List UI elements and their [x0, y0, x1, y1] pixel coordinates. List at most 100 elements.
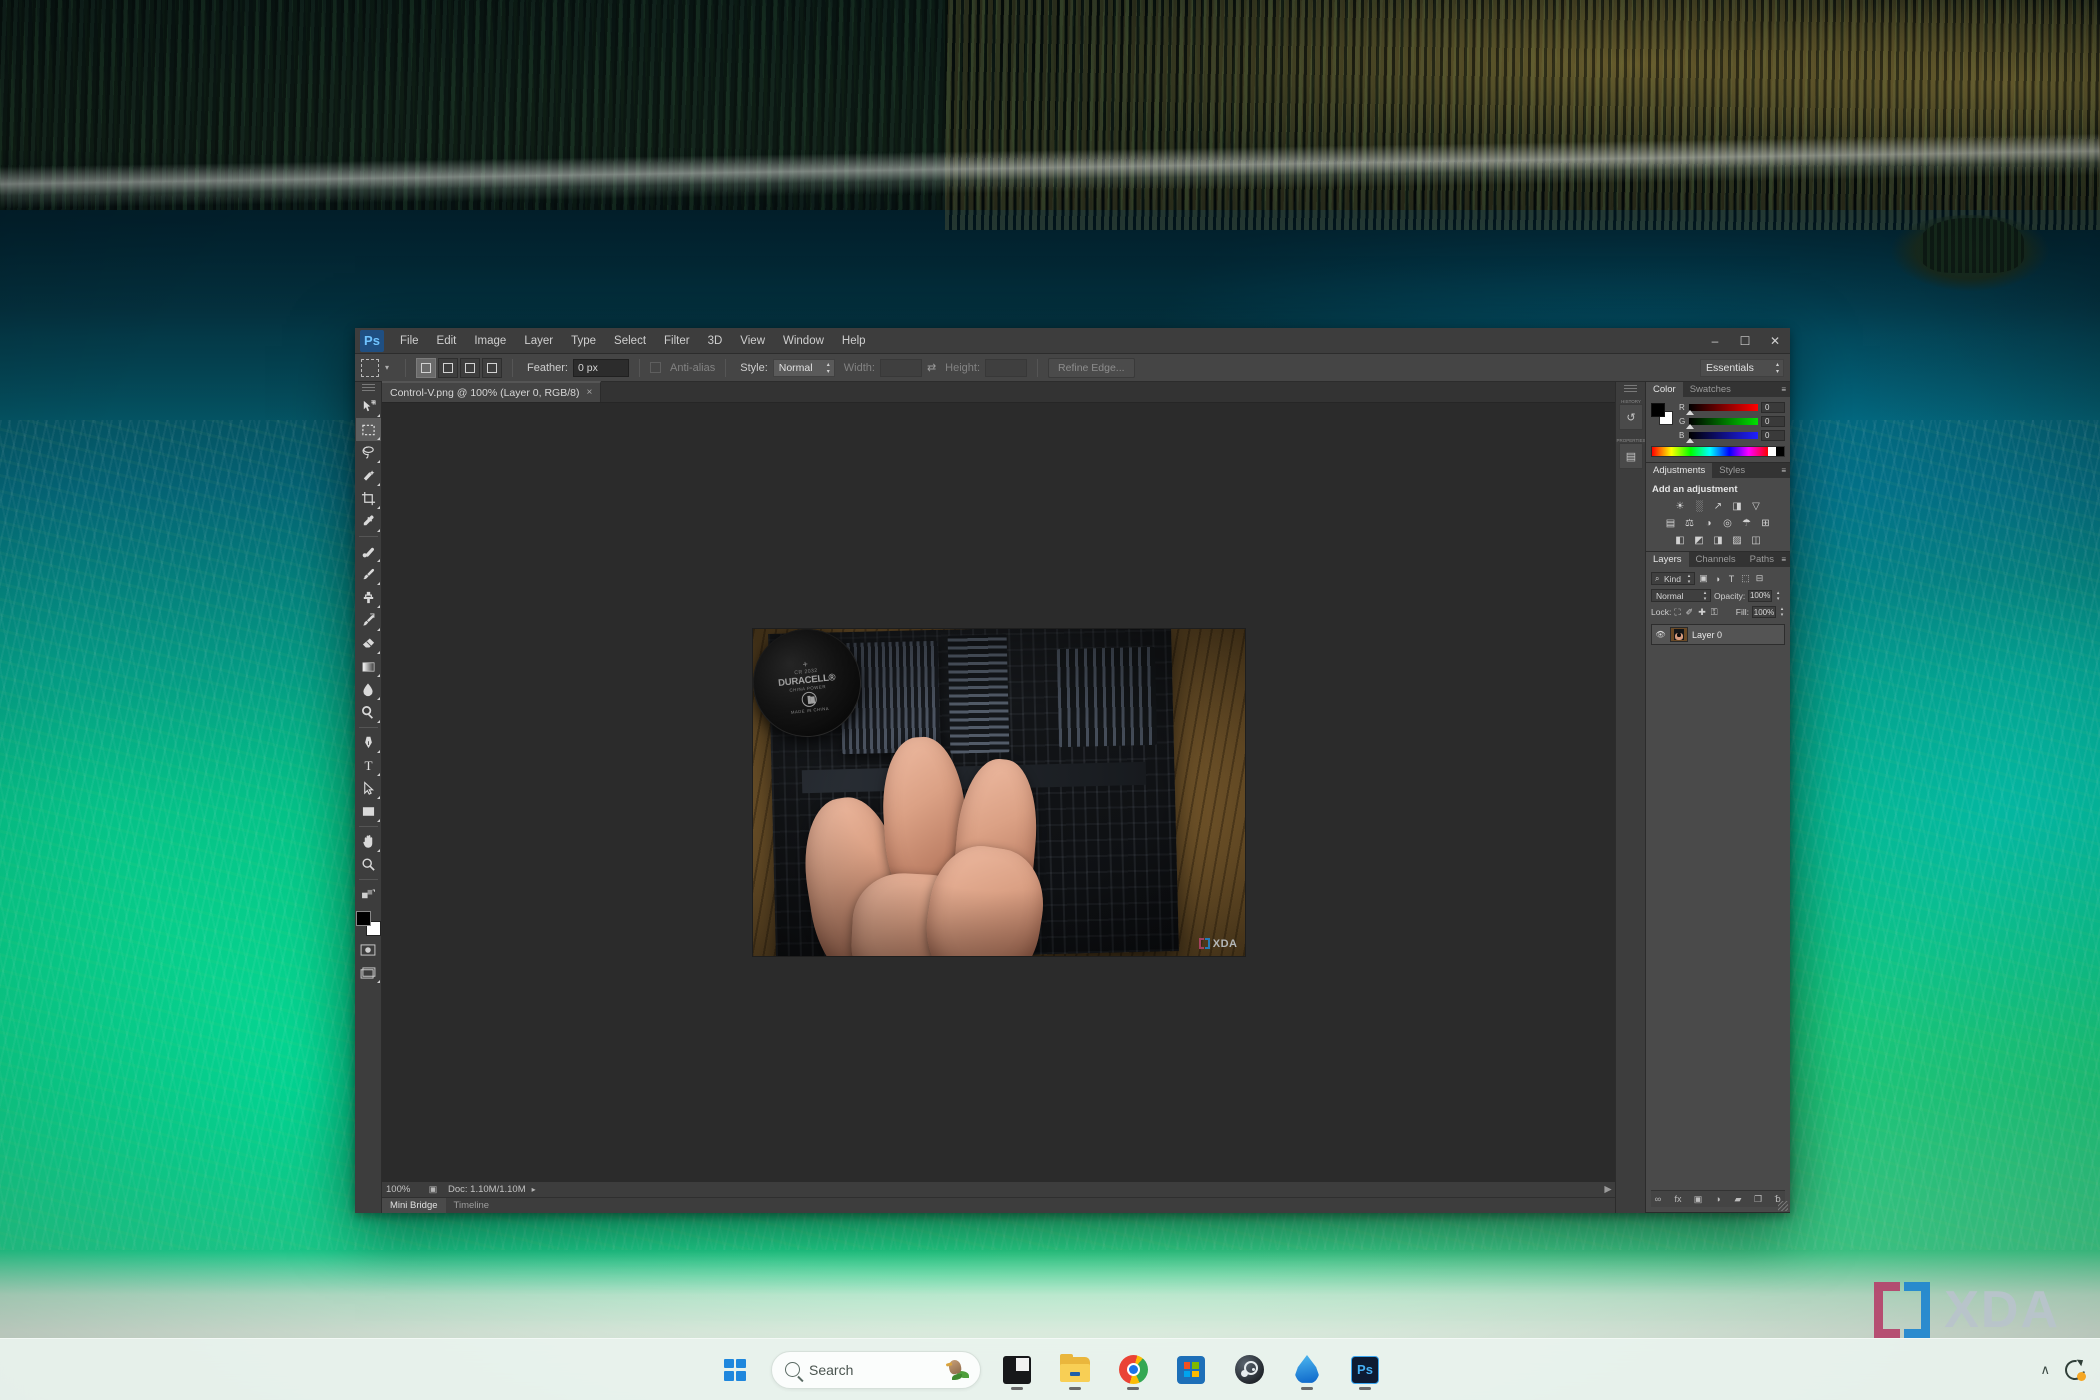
anti-alias-checkbox[interactable] — [650, 362, 661, 373]
blend-mode-select[interactable]: Normal — [1651, 589, 1711, 602]
layers-list[interactable]: 👁 Layer 0 — [1651, 624, 1785, 645]
photoshop-canvas[interactable]: + CR 2032 DURACELL® CHINA POWER MADE IN … — [382, 403, 1615, 1181]
style-select[interactable]: Normal — [773, 359, 835, 377]
tool-preset-chevron-down-icon[interactable]: ▾ — [385, 363, 389, 372]
rectangular-marquee-icon[interactable] — [361, 359, 379, 377]
color-lookup-icon[interactable]: ⊞ — [1760, 517, 1772, 529]
lock-transparent-pixels-icon[interactable]: ⛶ — [1674, 607, 1680, 618]
search-input[interactable]: Search — [771, 1351, 981, 1389]
color-channel-b[interactable]: B 0 — [1679, 430, 1785, 441]
move-tool[interactable] — [356, 395, 381, 418]
default-colors-icon[interactable] — [356, 883, 381, 906]
minimize-button[interactable]: – — [1700, 328, 1730, 353]
channel-mixer-icon[interactable]: ☂ — [1741, 517, 1753, 529]
blur-tool[interactable] — [356, 678, 381, 701]
tab-layers[interactable]: Layers — [1646, 552, 1689, 567]
exposure-icon[interactable]: ◨ — [1731, 500, 1743, 512]
height-input[interactable] — [985, 359, 1027, 377]
document-tab-close-icon[interactable]: × — [586, 387, 592, 398]
new-adjustment-layer-icon[interactable]: ◑ — [1713, 1194, 1724, 1204]
tab-timeline[interactable]: Timeline — [446, 1198, 498, 1213]
taskbar-app-chrome[interactable] — [1111, 1348, 1155, 1392]
type-tool[interactable]: T — [356, 754, 381, 777]
lasso-tool[interactable] — [356, 441, 381, 464]
crop-tool[interactable] — [356, 487, 381, 510]
gradient-map-icon[interactable]: ▨ — [1731, 534, 1743, 546]
add-to-selection-button[interactable] — [438, 358, 458, 378]
layers-panel-menu-icon[interactable]: ≡ — [1781, 552, 1790, 567]
menu-image[interactable]: Image — [465, 331, 515, 351]
new-layer-icon[interactable]: ❐ — [1753, 1194, 1764, 1205]
vibrance-icon[interactable]: ▽ — [1750, 500, 1762, 512]
filter-type-layers-icon[interactable]: T — [1726, 574, 1737, 584]
quick-mask-mode-icon[interactable] — [356, 938, 381, 961]
photo-filter-icon[interactable]: ◎ — [1722, 517, 1734, 529]
filter-smart-objects-icon[interactable]: ⊟ — [1754, 573, 1765, 584]
refine-edge-button[interactable]: Refine Edge... — [1048, 358, 1135, 378]
feather-input[interactable]: 0 px — [573, 359, 629, 377]
layer-filter-kind-select[interactable]: ⌕ Kind — [1651, 572, 1695, 585]
levels-icon[interactable]: ░ — [1693, 500, 1705, 512]
filter-pixel-layers-icon[interactable]: ▣ — [1698, 573, 1709, 584]
invert-icon[interactable]: ◧ — [1674, 534, 1686, 546]
lock-position-icon[interactable]: ✚ — [1698, 607, 1706, 618]
intersect-selection-button[interactable] — [482, 358, 502, 378]
menu-type[interactable]: Type — [562, 331, 605, 351]
horizontal-scrollbar[interactable]: ▶ — [1601, 1184, 1615, 1195]
menu-window[interactable]: Window — [774, 331, 833, 351]
adjustments-panel-menu-icon[interactable]: ≡ — [1781, 463, 1790, 478]
opacity-stepper[interactable]: ▴▾ — [1775, 590, 1781, 602]
tab-channels[interactable]: Channels — [1689, 552, 1743, 567]
hand-tool[interactable] — [356, 830, 381, 853]
status-menu-arrow-icon[interactable]: ▸ — [532, 1185, 536, 1194]
channel-b-slider[interactable] — [1689, 432, 1758, 439]
channel-r-slider[interactable] — [1689, 404, 1758, 411]
path-selection-tool[interactable] — [356, 777, 381, 800]
screen-mode-icon[interactable] — [356, 961, 381, 984]
history-brush-tool[interactable] — [356, 609, 381, 632]
taskbar-app-microsoft-store[interactable] — [1169, 1348, 1213, 1392]
tab-styles[interactable]: Styles — [1712, 463, 1752, 478]
show-hidden-icons-chevron[interactable]: ∧ — [2040, 1362, 2050, 1378]
channel-g-value[interactable]: 0 — [1761, 416, 1785, 427]
layer-row-layer-0[interactable]: 👁 Layer 0 — [1652, 625, 1784, 644]
start-button[interactable] — [713, 1348, 757, 1392]
quick-selection-tool[interactable] — [356, 464, 381, 487]
window-resize-grip[interactable] — [1778, 1201, 1788, 1211]
color-channel-g[interactable]: G 0 — [1679, 416, 1785, 427]
color-balance-icon[interactable]: ⚖ — [1684, 517, 1696, 529]
rectangle-tool[interactable] — [356, 800, 381, 823]
add-layer-mask-icon[interactable]: ▣ — [1693, 1194, 1704, 1205]
curves-icon[interactable]: ↗ — [1712, 500, 1724, 512]
taskbar-app-photoshop[interactable]: Ps — [1343, 1348, 1387, 1392]
status-preview-icon[interactable]: ▣ — [424, 1184, 442, 1195]
menu-filter[interactable]: Filter — [655, 331, 699, 351]
width-input[interactable] — [880, 359, 922, 377]
taskbar-app-dark[interactable] — [995, 1348, 1039, 1392]
fill-stepper[interactable]: ▴▾ — [1779, 606, 1785, 618]
lock-image-pixels-icon[interactable]: ✐ — [1686, 607, 1694, 618]
color-spectrum-ramp[interactable] — [1651, 446, 1785, 457]
channel-b-value[interactable]: 0 — [1761, 430, 1785, 441]
tab-mini-bridge[interactable]: Mini Bridge — [382, 1198, 446, 1213]
photoshop-window[interactable]: Ps File Edit Image Layer Type Select Fil… — [355, 328, 1790, 1213]
color-channel-r[interactable]: R 0 — [1679, 402, 1785, 413]
gradient-tool[interactable] — [356, 655, 381, 678]
clone-stamp-tool[interactable] — [356, 586, 381, 609]
fill-value[interactable]: 100% — [1752, 606, 1776, 618]
channel-r-value[interactable]: 0 — [1761, 402, 1785, 413]
subtract-from-selection-button[interactable] — [460, 358, 480, 378]
menu-select[interactable]: Select — [605, 331, 655, 351]
canvas-artwork[interactable]: + CR 2032 DURACELL® CHINA POWER MADE IN … — [753, 629, 1245, 956]
document-tab[interactable]: Control-V.png @ 100% (Layer 0, RGB/8) × — [382, 381, 601, 402]
dodge-tool[interactable] — [356, 701, 381, 724]
spot-healing-brush-tool[interactable] — [356, 540, 381, 563]
close-button[interactable]: ✕ — [1760, 328, 1790, 353]
foreground-background-color-swatch[interactable] — [356, 911, 381, 936]
menu-help[interactable]: Help — [833, 331, 875, 351]
new-group-icon[interactable]: ▰ — [1733, 1194, 1744, 1205]
filter-adjustment-layers-icon[interactable]: ◑ — [1712, 574, 1723, 584]
layer-name[interactable]: Layer 0 — [1692, 630, 1722, 640]
tab-swatches[interactable]: Swatches — [1683, 382, 1738, 397]
brush-tool[interactable] — [356, 563, 381, 586]
